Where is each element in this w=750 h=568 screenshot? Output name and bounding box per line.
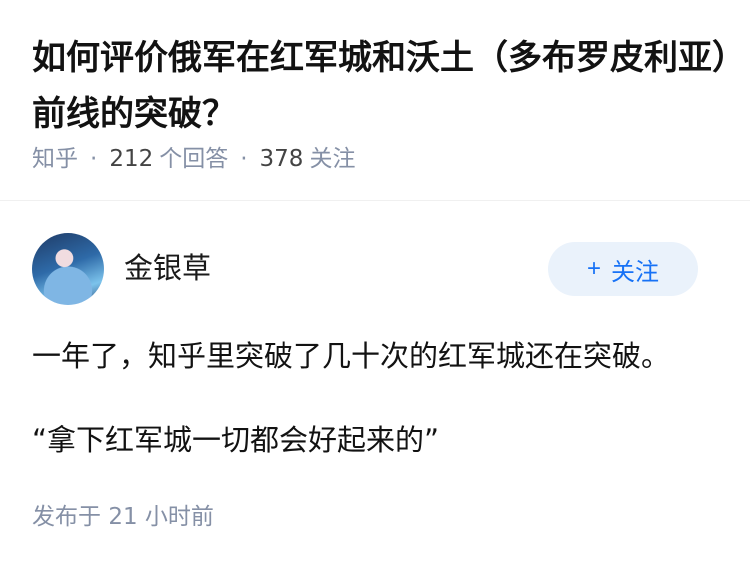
answer-count-label[interactable]: 个回答: [159, 146, 228, 172]
plus-icon: +: [586, 255, 601, 282]
separator-dot: ·: [90, 146, 98, 172]
question-title[interactable]: 如何评价俄军在红军城和沃土（多布罗皮利亚）前线的突破？: [32, 30, 732, 142]
follower-count-label: 关注: [309, 146, 356, 172]
separator-dot: ·: [240, 146, 248, 172]
published-time-value: 21 小时前: [108, 504, 214, 530]
published-label: 发布于: [32, 504, 101, 530]
answer-count: 212: [109, 146, 154, 172]
author-name[interactable]: 金银草: [124, 248, 211, 288]
published-time: 发布于 21 小时前: [32, 500, 214, 534]
answer-paragraph: “拿下红军城一切都会好起来的”: [32, 423, 440, 457]
follower-count: 378: [259, 146, 304, 172]
follow-button[interactable]: + 关注: [548, 242, 698, 296]
avatar[interactable]: [32, 233, 104, 305]
question-meta: 知乎 · 212 个回答 · 378 关注: [32, 142, 355, 176]
divider: [0, 200, 750, 201]
answer-paragraph: 一年了，知乎里突破了几十次的红军城还在突破。: [32, 339, 671, 373]
source-label[interactable]: 知乎: [32, 146, 78, 172]
follow-button-label: 关注: [611, 258, 659, 286]
